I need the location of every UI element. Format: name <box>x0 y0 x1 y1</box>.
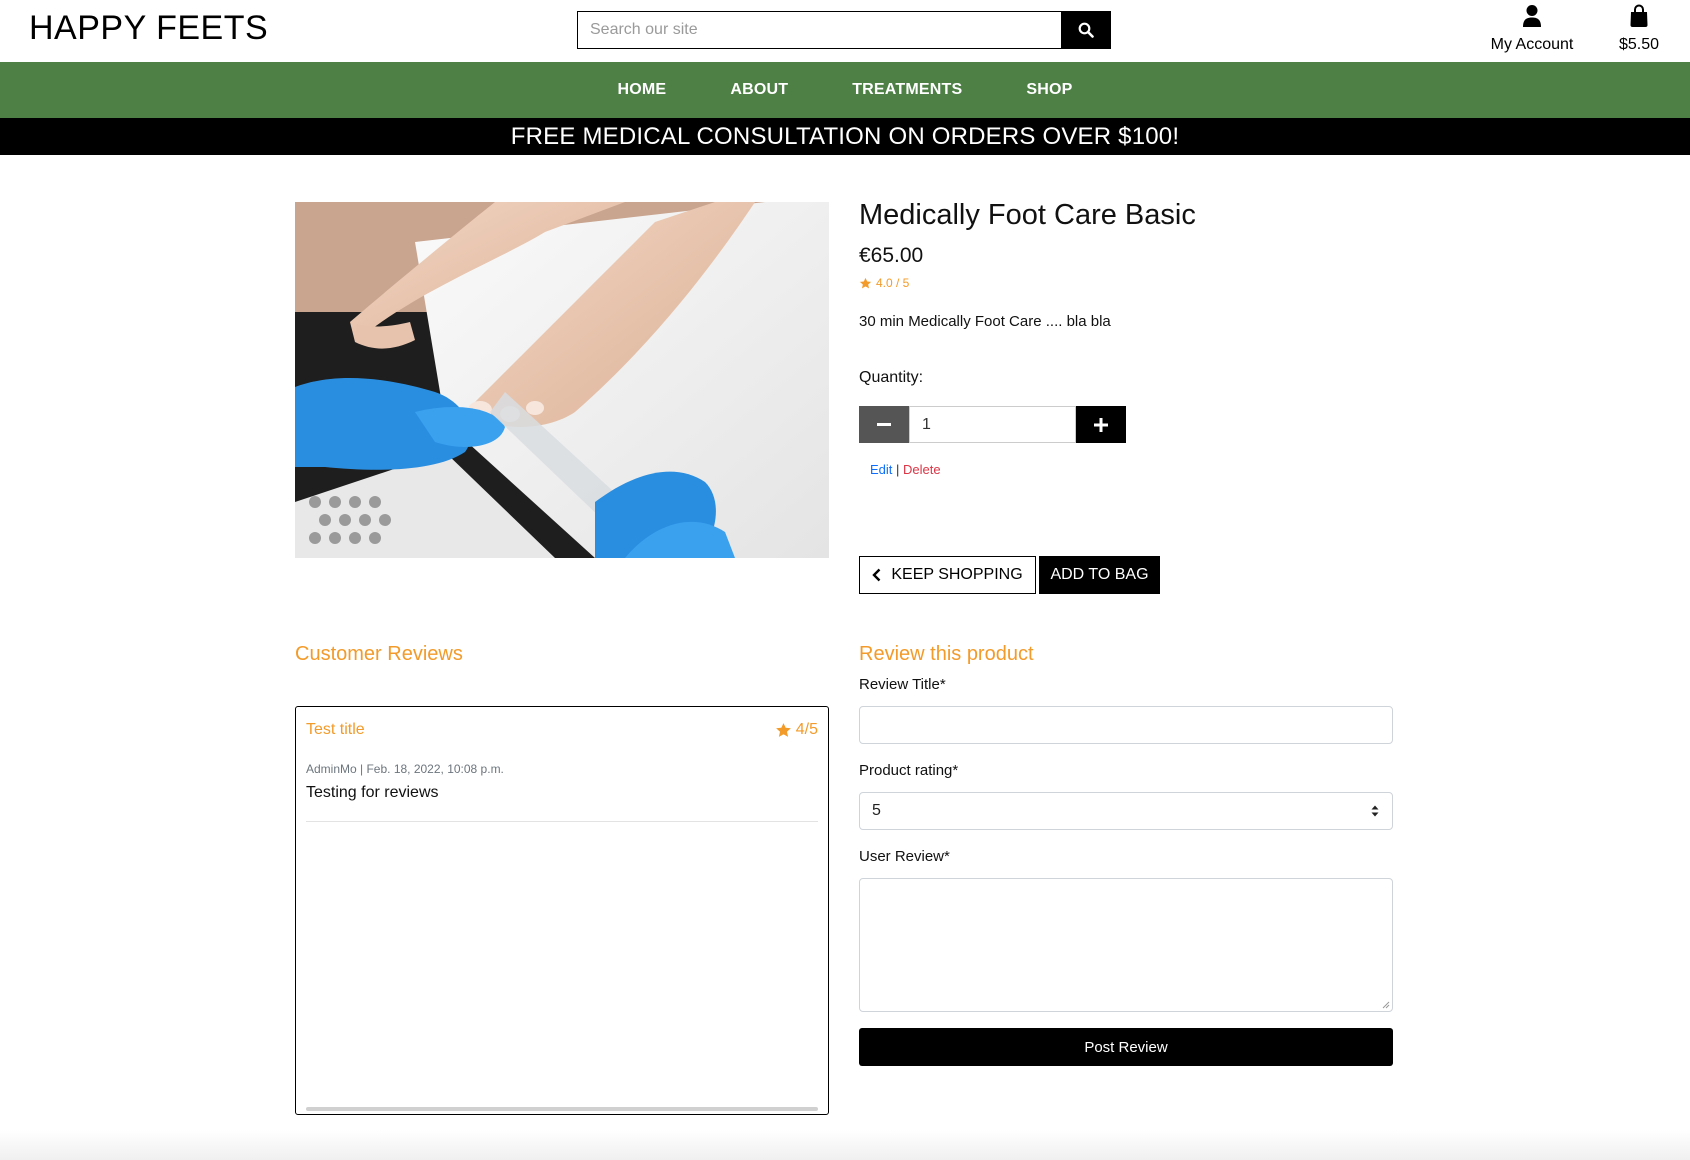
review-title: Test title <box>306 721 365 738</box>
search-button[interactable] <box>1061 11 1111 49</box>
plus-icon <box>1094 417 1108 432</box>
chevron-left-icon <box>872 568 881 582</box>
star-icon <box>859 277 872 288</box>
keep-shopping-label: KEEP SHOPPING <box>891 566 1023 583</box>
search-icon <box>1078 22 1094 38</box>
delete-link[interactable]: Delete <box>903 462 941 477</box>
product-description: 30 min Medically Foot Care .... bla bla <box>859 313 1111 330</box>
my-account-link[interactable]: My Account <box>1480 4 1584 54</box>
product-rating-value: 4.0 / 5 <box>876 276 910 290</box>
reviews-list[interactable]: Test title 4/5 AdminMo | Feb. 18, 2022, … <box>295 706 829 1115</box>
shopping-bag-icon <box>1630 4 1648 27</box>
star-icon <box>775 722 791 737</box>
user-review-label: User Review* <box>859 848 950 865</box>
link-separator: | <box>896 462 900 477</box>
review-rating: 4/5 <box>775 721 818 739</box>
search-input[interactable] <box>577 11 1061 49</box>
review-title-input[interactable] <box>859 706 1393 744</box>
horizontal-scrollbar[interactable] <box>306 1107 818 1111</box>
add-to-bag-button[interactable]: ADD TO BAG <box>1039 556 1160 594</box>
post-review-button[interactable]: Post Review <box>859 1028 1393 1066</box>
product-rating-label: Product rating* <box>859 762 959 779</box>
minus-icon <box>877 422 891 426</box>
site-header: HAPPY FEETS My Account $5.50 <box>0 0 1690 62</box>
review-divider <box>306 821 818 822</box>
increment-button[interactable] <box>1076 406 1126 443</box>
nav-home[interactable]: HOME <box>618 81 667 99</box>
promo-banner: FREE MEDICAL CONSULTATION ON ORDERS OVER… <box>0 118 1690 155</box>
nav-treatments[interactable]: TREATMENTS <box>852 81 962 99</box>
admin-links: Edit | Delete <box>870 462 941 477</box>
decrement-button[interactable] <box>859 406 909 443</box>
review-body: Testing for reviews <box>306 784 439 801</box>
quantity-stepper <box>859 406 1126 443</box>
quantity-label: Quantity: <box>859 369 924 386</box>
user-icon <box>1523 5 1541 27</box>
bag-total: $5.50 <box>1618 36 1660 53</box>
edit-link[interactable]: Edit <box>870 462 892 477</box>
review-title-label: Review Title* <box>859 676 946 693</box>
quantity-input[interactable] <box>909 406 1076 443</box>
review-meta: AdminMo | Feb. 18, 2022, 10:08 p.m. <box>306 762 504 776</box>
resize-grip-icon[interactable] <box>1382 1001 1390 1009</box>
site-logo[interactable]: HAPPY FEETS <box>29 9 268 48</box>
nav-about[interactable]: ABOUT <box>730 81 788 99</box>
product-title: Medically Foot Care Basic <box>859 199 1196 231</box>
review-rating-value: 4/5 <box>795 721 818 738</box>
product-rating: 4.0 / 5 <box>859 276 909 290</box>
review-form-heading: Review this product <box>859 643 1034 665</box>
my-account-label: My Account <box>1490 36 1574 53</box>
footer-edge <box>0 1130 1690 1160</box>
user-review-textarea[interactable] <box>859 878 1393 1012</box>
product-rating-select[interactable]: 5 <box>859 792 1393 830</box>
product-price: €65.00 <box>859 244 924 267</box>
customer-reviews-heading: Customer Reviews <box>295 643 463 665</box>
product-image <box>295 202 829 558</box>
main-nav: HOME ABOUT TREATMENTS SHOP <box>0 62 1690 118</box>
product-rating-selected: 5 <box>872 802 881 819</box>
nav-shop[interactable]: SHOP <box>1026 81 1072 99</box>
shopping-bag-link[interactable]: $5.50 <box>1605 4 1673 54</box>
keep-shopping-button[interactable]: KEEP SHOPPING <box>859 556 1036 594</box>
search-bar <box>577 11 1111 49</box>
select-caret-icon <box>1371 805 1379 817</box>
